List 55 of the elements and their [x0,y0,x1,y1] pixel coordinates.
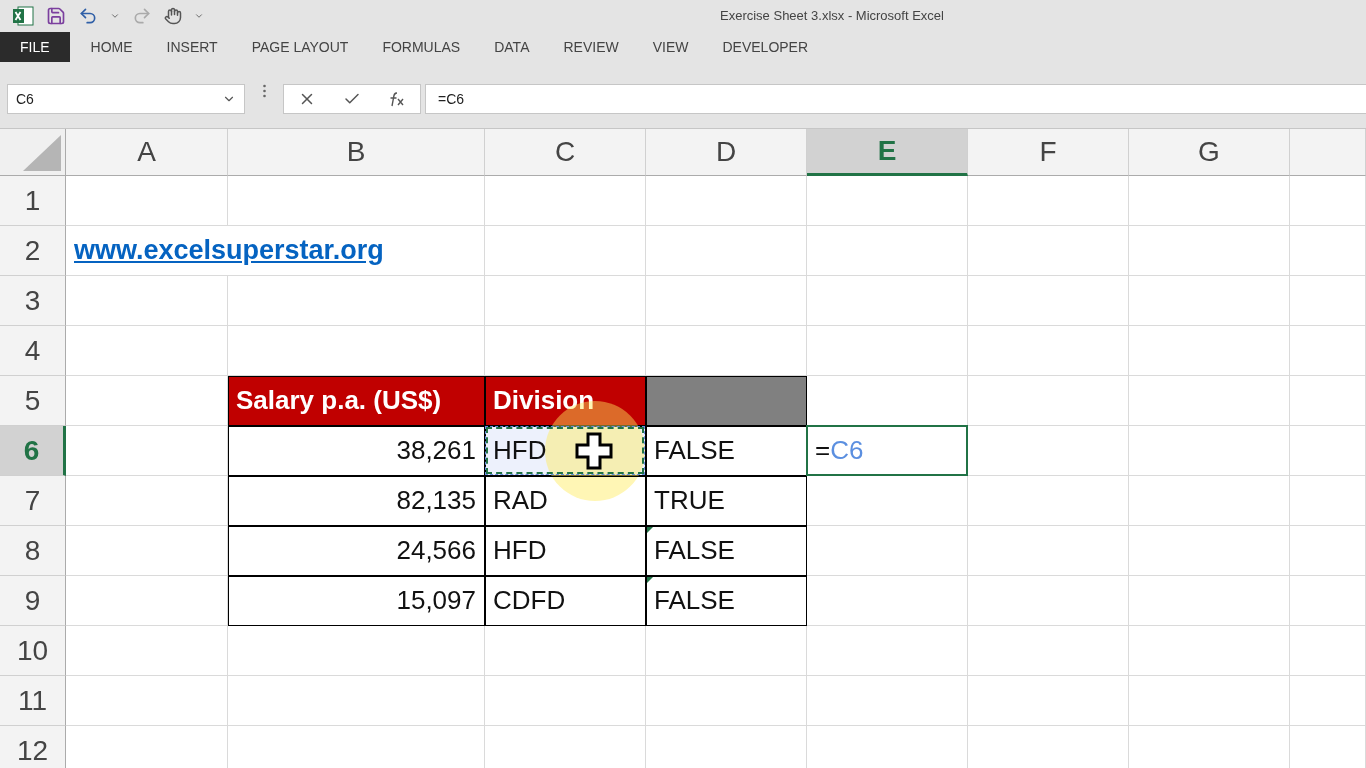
ribbon-tab[interactable]: INSERT [149,32,235,62]
caret-icon[interactable] [110,11,120,21]
ribbon-tab[interactable]: VIEW [635,32,706,62]
row-header[interactable]: 7 [0,476,66,526]
table-cell: CDFD [485,576,646,626]
touch-mode-icon[interactable] [164,7,182,25]
ribbon-tab[interactable]: DEVELOPER [705,32,826,62]
customize-icon[interactable] [194,11,204,21]
table-cell: FALSE [646,426,807,476]
column-header[interactable]: B [228,129,485,176]
table-cell: 38,261 [228,426,485,476]
column-header[interactable]: E [807,129,968,176]
row-header[interactable]: 2 [0,226,66,276]
row-header[interactable]: 1 [0,176,66,226]
column-header[interactable]: D [646,129,807,176]
table-cell: 82,135 [228,476,485,526]
row-header[interactable]: 11 [0,676,66,726]
ribbon-tab[interactable]: PAGE LAYOUT [234,32,366,62]
window-title: Exercise Sheet 3.xlsx - Microsoft Excel [720,8,944,23]
active-cell[interactable]: =C6 [807,426,968,476]
row-header[interactable]: 3 [0,276,66,326]
save-icon[interactable] [46,6,66,26]
row-header[interactable]: 4 [0,326,66,376]
ribbon-tab[interactable]: FORMULAS [365,32,478,62]
row-header[interactable]: 12 [0,726,66,768]
grip-icon[interactable] [262,84,266,98]
cursor-icon [575,432,613,470]
table-header-cell: Division [485,376,646,426]
table-cell: RAD [485,476,646,526]
column-header[interactable]: C [485,129,646,176]
row-header[interactable]: 10 [0,626,66,676]
excel-icon[interactable] [12,6,34,26]
ribbon-tab[interactable]: FILE [0,32,70,62]
column-header[interactable]: A [66,129,228,176]
row-header[interactable]: 6 [0,426,66,476]
table-cell: FALSE [646,526,807,576]
table-header-cell: Salary p.a. (US$) [228,376,485,426]
table-cell: 24,566 [228,526,485,576]
ribbon-tab[interactable]: HOME [73,32,150,62]
row-header[interactable]: 9 [0,576,66,626]
table-cell: HFD [485,526,646,576]
row-header[interactable]: 8 [0,526,66,576]
table-cell: 15,097 [228,576,485,626]
name-box[interactable]: C6 [7,84,245,114]
ribbon-tab[interactable]: REVIEW [546,32,636,62]
ribbon-tab[interactable]: DATA [477,32,547,62]
formula-field[interactable]: =C6 [425,84,1366,114]
website-link[interactable]: www.excelsuperstar.org [74,235,384,266]
table-cell: TRUE [646,476,807,526]
row-header[interactable]: 5 [0,376,66,426]
column-header[interactable]: G [1129,129,1290,176]
table-cell: FALSE [646,576,807,626]
column-header[interactable]: F [968,129,1129,176]
cell-reference: C6 [16,91,34,107]
undo-icon[interactable] [78,6,98,26]
